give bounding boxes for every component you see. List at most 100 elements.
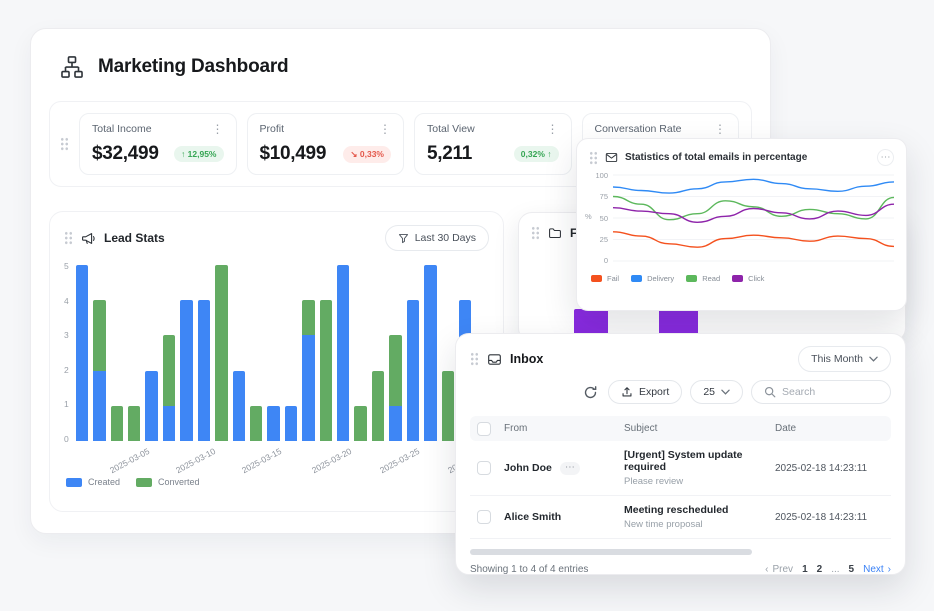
lead-bar [354, 265, 366, 441]
stat-card-profit: Profit ⋮ $10,499 ↘ 0,33% [247, 113, 405, 175]
inbox-header: Inbox This Month [456, 334, 905, 376]
email-preview: New time proposal [624, 519, 775, 530]
email-preview: Please review [624, 476, 775, 487]
kebab-menu-icon[interactable]: ⋮ [714, 123, 726, 135]
lead-bar [145, 265, 157, 441]
legend-item-read[interactable]: Read [686, 274, 720, 283]
page-1-button[interactable]: 1 [802, 564, 808, 575]
legend-label: Converted [158, 477, 200, 487]
legend-item-created[interactable]: Created [66, 477, 120, 487]
legend-swatch [732, 275, 743, 282]
legend-swatch [136, 478, 152, 487]
inbox-table: From Subject Date John Doe ⋯ [Urgent] Sy… [470, 416, 891, 539]
next-page-button[interactable]: Next › [863, 564, 891, 575]
inbox-footer: Showing 1 to 4 of 4 entries ‹ Prev 1 2 .… [456, 555, 905, 584]
row-checkbox[interactable] [477, 510, 491, 524]
drag-handle-icon[interactable] [60, 137, 69, 151]
kebab-menu-icon[interactable]: ⋮ [379, 123, 391, 135]
next-label: Next [863, 564, 884, 575]
export-icon [621, 386, 633, 398]
search-placeholder: Search [782, 386, 815, 398]
row-checkbox[interactable] [477, 461, 491, 475]
lead-bar [93, 265, 105, 441]
page-title: Marketing Dashboard [98, 56, 288, 78]
page-ellipsis: ... [831, 564, 839, 575]
lead-stats-card: Lead Stats Last 30 Days 543210 2025-03-0… [49, 211, 504, 512]
legend-swatch [66, 478, 82, 487]
chevron-down-icon [869, 356, 878, 362]
pagination: ‹ Prev 1 2 ... 5 Next › [765, 564, 891, 575]
period-label: This Month [811, 353, 863, 365]
table-header-row: From Subject Date [470, 416, 891, 441]
kebab-menu-icon[interactable]: ⋮ [547, 123, 559, 135]
refresh-button[interactable] [581, 383, 600, 402]
sitemap-icon [59, 54, 85, 80]
lead-chart: 543210 2025-03-052025-03-102025-03-15202… [64, 265, 489, 473]
kebab-menu-icon[interactable]: ⋮ [212, 123, 224, 135]
legend-swatch [591, 275, 602, 282]
column-header-subject: Subject [624, 423, 775, 434]
trend-badge: 0,32% ↑ [514, 146, 559, 162]
page-5-button[interactable]: 5 [849, 564, 855, 575]
page-size-value: 25 [703, 386, 715, 398]
email-date: 2025-02-18 14:23:11 [775, 512, 887, 523]
lead-bar [337, 265, 349, 441]
prev-arrow-icon: ‹ [765, 564, 768, 575]
email-date: 2025-02-18 14:23:11 [775, 463, 887, 474]
date-range-filter-button[interactable]: Last 30 Days [385, 225, 489, 251]
legend-swatch [631, 275, 642, 282]
lead-bar [320, 265, 332, 441]
trend-badge: ↑ 12,95% [174, 146, 223, 162]
lead-bar [180, 265, 192, 441]
prev-page-button[interactable]: ‹ Prev [765, 564, 793, 575]
page-size-select[interactable]: 25 [690, 380, 743, 404]
stat-value: $10,499 [260, 143, 327, 165]
lead-y-axis: 543210 [64, 261, 76, 444]
legend-item-click[interactable]: Click [732, 274, 764, 283]
lead-bar [424, 265, 436, 441]
y-axis-unit: % [585, 212, 592, 221]
search-input[interactable]: Search [751, 380, 891, 404]
legend-item-converted[interactable]: Converted [136, 477, 200, 487]
lead-bar [111, 265, 123, 441]
email-lines-svg [613, 170, 894, 266]
envelope-icon [605, 151, 618, 164]
select-all-checkbox[interactable] [477, 422, 491, 436]
lead-x-axis: 2025-03-052025-03-102025-03-152025-03-20… [76, 441, 489, 473]
drag-handle-icon[interactable] [470, 352, 479, 366]
stat-card-total-view: Total View ⋮ 5,211 0,32% ↑ [414, 113, 572, 175]
period-select[interactable]: This Month [798, 346, 891, 372]
lead-bar [285, 265, 297, 441]
horizontal-scrollbar [470, 549, 891, 555]
email-stats-card: Statistics of total emails in percentage… [576, 138, 907, 311]
folder-icon [548, 226, 562, 240]
sender-name: John Doe [504, 462, 552, 474]
stat-value: $32,499 [92, 143, 159, 165]
column-header-from: From [504, 423, 624, 434]
email-legend: Fail Delivery Read Click [577, 266, 906, 283]
table-row[interactable]: Alice Smith Meeting rescheduled New time… [470, 496, 891, 539]
row-more-icon[interactable]: ⋯ [560, 462, 580, 475]
table-row[interactable]: John Doe ⋯ [Urgent] System update requir… [470, 441, 891, 496]
more-menu-icon[interactable]: ⋯ [877, 149, 894, 166]
stat-value: 5,211 [427, 143, 472, 165]
column-header-date: Date [775, 423, 887, 434]
export-button[interactable]: Export [608, 380, 682, 404]
drag-handle-icon[interactable] [589, 151, 598, 165]
inbox-toolbar: Export 25 Search [456, 376, 905, 414]
lead-bar [163, 265, 175, 441]
x-tick-label: 2025-03-15 [240, 446, 283, 475]
page-2-button[interactable]: 2 [817, 564, 823, 575]
legend-item-fail[interactable]: Fail [591, 274, 619, 283]
lead-bar [76, 265, 88, 441]
lead-bar [372, 265, 384, 441]
drag-handle-icon[interactable] [64, 231, 73, 245]
card-title: Inbox [510, 352, 543, 366]
trend-badge: ↘ 0,33% [343, 146, 391, 163]
dashboard-header: Marketing Dashboard [31, 29, 770, 80]
legend-item-delivery[interactable]: Delivery [631, 274, 674, 283]
entries-summary: Showing 1 to 4 of 4 entries [470, 564, 588, 575]
drag-handle-icon[interactable] [531, 226, 540, 240]
megaphone-icon [81, 231, 96, 246]
scrollbar-thumb[interactable] [470, 549, 752, 555]
